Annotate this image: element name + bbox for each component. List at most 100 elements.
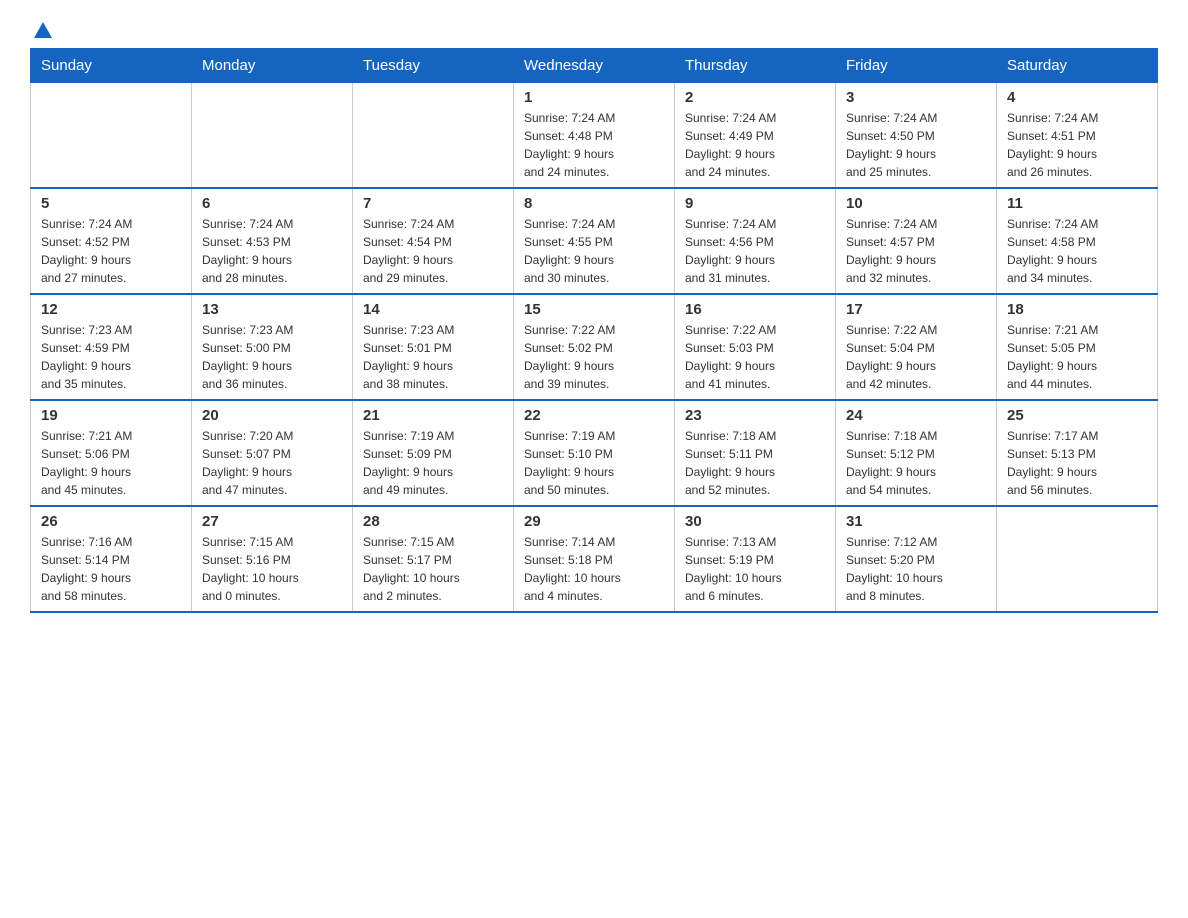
calendar-day-cell: 2 Sunrise: 7:24 AM Sunset: 4:49 PM Daylig… bbox=[675, 83, 836, 189]
calendar-day-cell: 14 Sunrise: 7:23 AM Sunset: 5:01 PM Dayli… bbox=[353, 294, 514, 400]
calendar-day-cell: 27 Sunrise: 7:15 AM Sunset: 5:16 PM Dayli… bbox=[192, 506, 353, 612]
calendar-day-cell: 7 Sunrise: 7:24 AM Sunset: 4:54 PM Daylig… bbox=[353, 188, 514, 294]
day-number: 18 bbox=[1007, 301, 1147, 318]
calendar-day-cell: 4Sunrise: 7:24 AM Sunset: 4:51 PM Daylig… bbox=[997, 83, 1158, 189]
day-info: Sunrise: 7:24 AM Sunset: 4:49 PM Dayligh… bbox=[685, 109, 825, 181]
day-info: Sunrise: 7:24 AM Sunset: 4:57 PM Dayligh… bbox=[846, 215, 986, 287]
day-number: 27 bbox=[202, 513, 342, 530]
calendar-day-cell bbox=[353, 83, 514, 189]
day-number: 2 bbox=[685, 89, 825, 106]
weekday-header-saturday: Saturday bbox=[997, 49, 1158, 83]
day-number: 14 bbox=[363, 301, 503, 318]
weekday-header-sunday: Sunday bbox=[31, 49, 192, 83]
day-info: Sunrise: 7:18 AM Sunset: 5:11 PM Dayligh… bbox=[685, 427, 825, 499]
calendar-day-cell: 9 Sunrise: 7:24 AM Sunset: 4:56 PM Daylig… bbox=[675, 188, 836, 294]
day-number: 25 bbox=[1007, 407, 1147, 424]
day-info: Sunrise: 7:24 AM Sunset: 4:50 PM Dayligh… bbox=[846, 109, 986, 181]
day-number: 7 bbox=[363, 195, 503, 212]
calendar-week-row: 1 Sunrise: 7:24 AM Sunset: 4:48 PM Daylig… bbox=[31, 83, 1158, 189]
day-info: Sunrise: 7:19 AM Sunset: 5:10 PM Dayligh… bbox=[524, 427, 664, 499]
day-number: 29 bbox=[524, 513, 664, 530]
day-number: 22 bbox=[524, 407, 664, 424]
day-number: 6 bbox=[202, 195, 342, 212]
day-number: 26 bbox=[41, 513, 181, 530]
day-info: Sunrise: 7:13 AM Sunset: 5:19 PM Dayligh… bbox=[685, 533, 825, 605]
day-number: 19 bbox=[41, 407, 181, 424]
day-number: 28 bbox=[363, 513, 503, 530]
day-number: 1 bbox=[524, 89, 664, 106]
day-number: 9 bbox=[685, 195, 825, 212]
day-number: 24 bbox=[846, 407, 986, 424]
day-info: Sunrise: 7:19 AM Sunset: 5:09 PM Dayligh… bbox=[363, 427, 503, 499]
day-info: Sunrise: 7:22 AM Sunset: 5:03 PM Dayligh… bbox=[685, 321, 825, 393]
day-info: Sunrise: 7:24 AM Sunset: 4:48 PM Dayligh… bbox=[524, 109, 664, 181]
calendar-day-cell: 17 Sunrise: 7:22 AM Sunset: 5:04 PM Dayli… bbox=[836, 294, 997, 400]
calendar-day-cell bbox=[997, 506, 1158, 612]
calendar-day-cell: 28 Sunrise: 7:15 AM Sunset: 5:17 PM Dayli… bbox=[353, 506, 514, 612]
calendar-day-cell: 1 Sunrise: 7:24 AM Sunset: 4:48 PM Daylig… bbox=[514, 83, 675, 189]
calendar-day-cell: 16 Sunrise: 7:22 AM Sunset: 5:03 PM Dayli… bbox=[675, 294, 836, 400]
page-header bbox=[30, 20, 1158, 38]
calendar-day-cell: 31Sunrise: 7:12 AM Sunset: 5:20 PM Dayli… bbox=[836, 506, 997, 612]
calendar-day-cell bbox=[192, 83, 353, 189]
day-info: Sunrise: 7:14 AM Sunset: 5:18 PM Dayligh… bbox=[524, 533, 664, 605]
calendar-day-cell: 26 Sunrise: 7:16 AM Sunset: 5:14 PM Dayli… bbox=[31, 506, 192, 612]
calendar-week-row: 12 Sunrise: 7:23 AM Sunset: 4:59 PM Dayli… bbox=[31, 294, 1158, 400]
weekday-header-monday: Monday bbox=[192, 49, 353, 83]
calendar-day-cell: 29 Sunrise: 7:14 AM Sunset: 5:18 PM Dayli… bbox=[514, 506, 675, 612]
day-info: Sunrise: 7:17 AM Sunset: 5:13 PM Dayligh… bbox=[1007, 427, 1147, 499]
day-number: 15 bbox=[524, 301, 664, 318]
calendar-day-cell: 6Sunrise: 7:24 AM Sunset: 4:53 PM Daylig… bbox=[192, 188, 353, 294]
day-info: Sunrise: 7:22 AM Sunset: 5:04 PM Dayligh… bbox=[846, 321, 986, 393]
day-info: Sunrise: 7:21 AM Sunset: 5:05 PM Dayligh… bbox=[1007, 321, 1147, 393]
day-number: 5 bbox=[41, 195, 181, 212]
day-number: 31 bbox=[846, 513, 986, 530]
calendar-day-cell: 10 Sunrise: 7:24 AM Sunset: 4:57 PM Dayli… bbox=[836, 188, 997, 294]
calendar-day-cell: 19Sunrise: 7:21 AM Sunset: 5:06 PM Dayli… bbox=[31, 400, 192, 506]
day-info: Sunrise: 7:24 AM Sunset: 4:51 PM Dayligh… bbox=[1007, 109, 1147, 181]
calendar-day-cell: 13 Sunrise: 7:23 AM Sunset: 5:00 PM Dayli… bbox=[192, 294, 353, 400]
calendar-day-cell: 23 Sunrise: 7:18 AM Sunset: 5:11 PM Dayli… bbox=[675, 400, 836, 506]
weekday-header-thursday: Thursday bbox=[675, 49, 836, 83]
day-info: Sunrise: 7:20 AM Sunset: 5:07 PM Dayligh… bbox=[202, 427, 342, 499]
day-number: 8 bbox=[524, 195, 664, 212]
day-number: 16 bbox=[685, 301, 825, 318]
calendar-day-cell: 21 Sunrise: 7:19 AM Sunset: 5:09 PM Dayli… bbox=[353, 400, 514, 506]
calendar-week-row: 19Sunrise: 7:21 AM Sunset: 5:06 PM Dayli… bbox=[31, 400, 1158, 506]
day-number: 3 bbox=[846, 89, 986, 106]
calendar-day-cell: 30 Sunrise: 7:13 AM Sunset: 5:19 PM Dayli… bbox=[675, 506, 836, 612]
calendar-week-row: 5 Sunrise: 7:24 AM Sunset: 4:52 PM Daylig… bbox=[31, 188, 1158, 294]
day-info: Sunrise: 7:24 AM Sunset: 4:58 PM Dayligh… bbox=[1007, 215, 1147, 287]
day-info: Sunrise: 7:15 AM Sunset: 5:16 PM Dayligh… bbox=[202, 533, 342, 605]
calendar-day-cell: 20 Sunrise: 7:20 AM Sunset: 5:07 PM Dayli… bbox=[192, 400, 353, 506]
day-number: 10 bbox=[846, 195, 986, 212]
calendar-table: SundayMondayTuesdayWednesdayThursdayFrid… bbox=[30, 48, 1158, 613]
day-info: Sunrise: 7:15 AM Sunset: 5:17 PM Dayligh… bbox=[363, 533, 503, 605]
calendar-day-cell: 18 Sunrise: 7:21 AM Sunset: 5:05 PM Dayli… bbox=[997, 294, 1158, 400]
weekday-header-row: SundayMondayTuesdayWednesdayThursdayFrid… bbox=[31, 49, 1158, 83]
calendar-day-cell: 12 Sunrise: 7:23 AM Sunset: 4:59 PM Dayli… bbox=[31, 294, 192, 400]
day-number: 21 bbox=[363, 407, 503, 424]
weekday-header-friday: Friday bbox=[836, 49, 997, 83]
calendar-day-cell: 25 Sunrise: 7:17 AM Sunset: 5:13 PM Dayli… bbox=[997, 400, 1158, 506]
day-number: 23 bbox=[685, 407, 825, 424]
day-number: 12 bbox=[41, 301, 181, 318]
day-info: Sunrise: 7:16 AM Sunset: 5:14 PM Dayligh… bbox=[41, 533, 181, 605]
day-info: Sunrise: 7:24 AM Sunset: 4:52 PM Dayligh… bbox=[41, 215, 181, 287]
day-info: Sunrise: 7:23 AM Sunset: 4:59 PM Dayligh… bbox=[41, 321, 181, 393]
day-number: 17 bbox=[846, 301, 986, 318]
day-number: 30 bbox=[685, 513, 825, 530]
day-number: 13 bbox=[202, 301, 342, 318]
day-info: Sunrise: 7:23 AM Sunset: 5:01 PM Dayligh… bbox=[363, 321, 503, 393]
calendar-day-cell: 24Sunrise: 7:18 AM Sunset: 5:12 PM Dayli… bbox=[836, 400, 997, 506]
calendar-day-cell: 3 Sunrise: 7:24 AM Sunset: 4:50 PM Daylig… bbox=[836, 83, 997, 189]
calendar-day-cell: 11Sunrise: 7:24 AM Sunset: 4:58 PM Dayli… bbox=[997, 188, 1158, 294]
day-info: Sunrise: 7:22 AM Sunset: 5:02 PM Dayligh… bbox=[524, 321, 664, 393]
logo-triangle-icon bbox=[32, 20, 54, 42]
day-number: 20 bbox=[202, 407, 342, 424]
calendar-day-cell: 8Sunrise: 7:24 AM Sunset: 4:55 PM Daylig… bbox=[514, 188, 675, 294]
day-info: Sunrise: 7:24 AM Sunset: 4:56 PM Dayligh… bbox=[685, 215, 825, 287]
calendar-week-row: 26 Sunrise: 7:16 AM Sunset: 5:14 PM Dayli… bbox=[31, 506, 1158, 612]
day-info: Sunrise: 7:23 AM Sunset: 5:00 PM Dayligh… bbox=[202, 321, 342, 393]
day-info: Sunrise: 7:24 AM Sunset: 4:54 PM Dayligh… bbox=[363, 215, 503, 287]
